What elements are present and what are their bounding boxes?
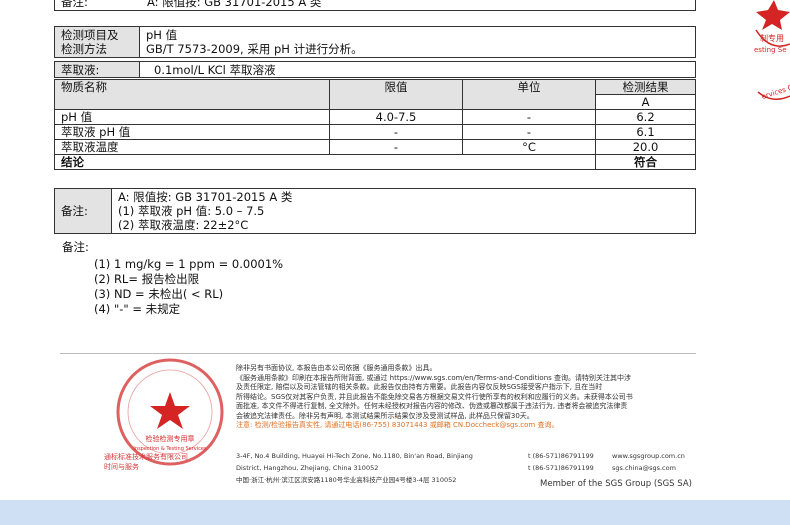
results-table: 物质名称 限值 单位 检测结果 A pH 值 4.0-7.5 - 6.2 萃取液… [54, 79, 696, 170]
table-row: 萃取液温度 - °C 20.0 [54, 139, 696, 155]
method-value-2: GB/T 7573-2009, 采用 pH 计进行分析。 [146, 42, 363, 56]
method-value-cell: pH 值 GB/T 7573-2009, 采用 pH 计进行分析。 [139, 26, 696, 58]
remark-line-1: A: 限值按: GB 31701-2015 A 类 [118, 190, 293, 204]
note-item: (3) ND = 未检出( < RL) [94, 287, 224, 301]
stamp-star-icon [756, 0, 790, 30]
notes-section: 备注: (1) 1 mg/kg = 1 ppm = 0.0001% (2) RL… [62, 240, 283, 317]
row-unit: - [462, 109, 596, 125]
row-result: 20.0 [595, 139, 696, 155]
notes-title: 备注: [62, 240, 89, 254]
footer-divider [60, 353, 696, 354]
row-name: 萃取液 pH 值 [54, 124, 330, 140]
remark-content: A: 限值按: GB 31701-2015 A 类 (1) 萃取液 pH 值: … [111, 188, 696, 234]
header-name: 物质名称 [54, 79, 330, 110]
header-unit: 单位 [462, 79, 596, 110]
web: www.sgsgroup.com.cn [612, 452, 685, 460]
row-limit: - [329, 124, 463, 140]
row-result: 6.2 [595, 109, 696, 125]
stamp-caption: 通标标准技术服务有限公司 时间与服务 [104, 452, 188, 472]
table-row: pH 值 4.0-7.5 - 6.2 [54, 109, 696, 125]
header-sample-a: A [595, 94, 696, 110]
footer-web: www.sgsgroup.com.cn sgs.china@sgs.com [612, 450, 685, 474]
tel-1: t (86-571)86791199 [528, 452, 594, 460]
remark-line-3: (2) 萃取液温度: 22±2°C [118, 218, 249, 232]
right-stamp-cn: 制专用 [760, 33, 784, 43]
header-result: 检测结果 [595, 79, 696, 95]
method-table: 检测项目及 检测方法 pH 值 GB/T 7573-2009, 采用 pH 计进… [54, 26, 696, 58]
email: sgs.china@sgs.com [612, 464, 676, 472]
sgs-member: Member of the SGS Group (SGS SA) [540, 479, 692, 489]
tel-2: t (86-571)86791199 [528, 464, 594, 472]
footer-line: 《服务通用条款》印刷在本报告所附背面, 或通过 https://www.sgs.… [236, 373, 632, 382]
footer-line: 及责任限定, 赔偿以及司法管辖的相关条款。此报告仅由持有方需要。此报告内容仅反映… [236, 383, 603, 391]
top-remark-label: 备注: [61, 0, 88, 9]
top-remark-row: 备注: A: 限值按: GB 31701-2015 A 类 [54, 0, 696, 11]
footer-tel: t (86-571)86791199 t (86-571)86791199 [528, 450, 594, 474]
row-limit: - [329, 139, 463, 155]
conclusion-row: 结论 符合 [54, 154, 696, 170]
method-value-1: pH 值 [146, 28, 178, 42]
footer-attention: 注意: 检测/检验报告真实性, 请通过电话(86-755) 83071443 或… [236, 421, 559, 429]
footer-legal: 除非另有书面协议, 本报告由本公司依据《服务通用条款》出具。 《服务通用条款》印… [236, 364, 696, 431]
right-stamp-fragment: 制专用 esting Se ervices C [754, 0, 790, 101]
stamp-caption-1: 通标标准技术服务有限公司 [104, 453, 188, 461]
remark-table: 备注: A: 限值按: GB 31701-2015 A 类 (1) 萃取液 pH… [54, 188, 696, 234]
note-item: (2) RL= 报告检出限 [94, 272, 200, 286]
remark-label: 备注: [54, 188, 112, 234]
row-limit: 4.0-7.5 [329, 109, 463, 125]
footer-line: 会被追究法律责任。除非另有声明, 本测试结果所示结果仅涉及受测试样品, 此样品只… [236, 411, 534, 420]
note-item: (4) "-" = 未规定 [94, 302, 181, 316]
row-unit: °C [462, 139, 596, 155]
conclusion-value: 符合 [595, 154, 696, 170]
top-remark-text: A: 限值按: GB 31701-2015 A 类 [147, 0, 322, 9]
method-label-cell: 检测项目及 检测方法 [54, 26, 140, 58]
address-en: 3-4F, No.4 Building, Huayei Hi-Tech Zone… [236, 452, 473, 472]
footer-line: 所得结论。SGS仅对其客户负责, 并且此报告不能免除交易各方根据交易文件行使所享… [236, 392, 633, 401]
row-name: 萃取液温度 [54, 139, 330, 155]
method-label-1: 检测项目及 [61, 28, 119, 42]
footer-address: 3-4F, No.4 Building, Huayei Hi-Tech Zone… [236, 450, 476, 486]
row-name: pH 值 [54, 109, 330, 125]
extract-table: 萃取液: 0.1mol/L KCl 萃取溶液 [54, 61, 696, 78]
footer-line: 面批准, 本文件不得进行复制, 全文除外。任何未经授权对报告内容的修改、伪造或篡… [236, 402, 628, 410]
row-result: 6.1 [595, 124, 696, 140]
bottom-band [0, 500, 790, 525]
extract-value: 0.1mol/L KCl 萃取溶液 [139, 61, 696, 78]
stamp-star-icon [150, 392, 190, 429]
note-item: (1) 1 mg/kg = 1 ppm = 0.0001% [94, 257, 284, 271]
conclusion-label: 结论 [54, 154, 596, 170]
right-stamp-en: esting Se [754, 46, 787, 54]
footer-line: 除非另有书面协议, 本报告由本公司依据《服务通用条款》出具。 [236, 364, 437, 372]
table-row: 萃取液 pH 值 - - 6.1 [54, 124, 696, 140]
method-label-2: 检测方法 [61, 42, 107, 56]
remark-line-2: (1) 萃取液 pH 值: 5.0 – 7.5 [118, 204, 265, 218]
extract-label: 萃取液: [54, 61, 140, 78]
address-cn: 中国·浙江·杭州·滨江区滨安路1180号华业高科技产业园4号楼3-4层 3100… [236, 476, 457, 484]
stamp-center-text: 检验检测专用章 [146, 434, 195, 443]
row-unit: - [462, 124, 596, 140]
stamp-caption-2: 时间与服务 [104, 463, 139, 471]
header-limit: 限值 [329, 79, 463, 110]
